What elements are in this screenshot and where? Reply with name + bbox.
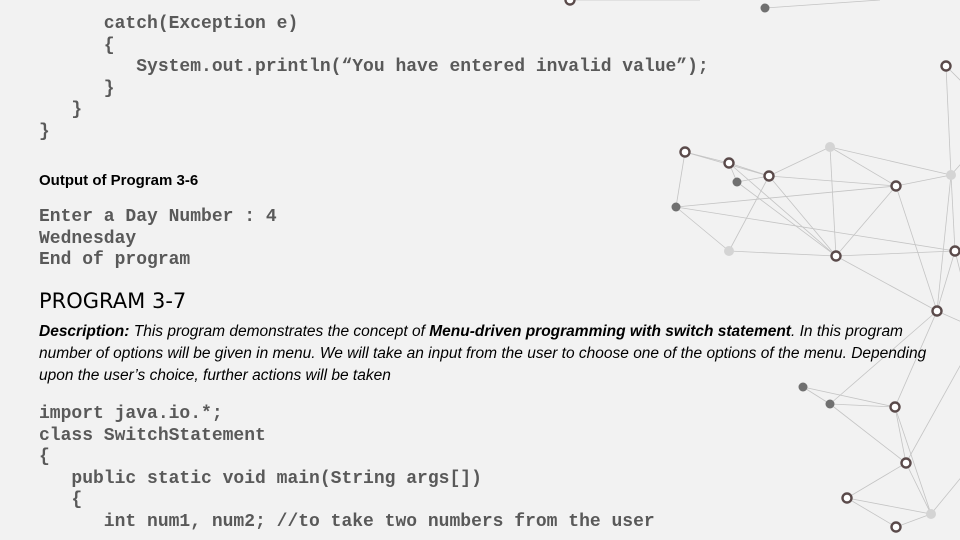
network-node	[890, 180, 902, 192]
network-node	[830, 250, 842, 262]
network-edge	[835, 250, 956, 257]
description-text-1: This program demonstrates the concept of	[129, 323, 430, 340]
network-edge	[728, 175, 770, 252]
network-edge	[954, 250, 960, 273]
network-edge	[768, 175, 897, 187]
network-node	[724, 246, 734, 256]
network-node	[890, 521, 902, 533]
network-node	[825, 142, 835, 152]
network-node	[760, 3, 770, 13]
network-edge	[829, 146, 897, 187]
network-node	[671, 202, 681, 212]
output-line: Wednesday	[39, 228, 137, 249]
network-edge	[829, 403, 896, 408]
network-node	[723, 157, 735, 169]
code-line: {	[39, 35, 115, 56]
code-line: {	[39, 447, 50, 468]
network-edge	[768, 146, 831, 177]
network-node	[946, 170, 956, 180]
network-edge	[945, 65, 952, 176]
code-line: int num1, num2; //to take two numbers fr…	[39, 511, 655, 532]
network-edge	[846, 497, 932, 515]
network-edge	[894, 406, 932, 515]
program-output-block: Enter a Day Number : 4 Wednesday End of pr…	[39, 207, 277, 272]
network-edge	[936, 174, 952, 312]
code-line: }	[39, 121, 50, 142]
network-edge	[895, 174, 952, 187]
code-line: class SwitchStatement	[39, 425, 266, 446]
network-edge	[829, 146, 837, 257]
description-emphasis: Menu-driven programming with switch stat…	[429, 323, 791, 340]
network-node	[679, 146, 691, 158]
network-edge	[728, 250, 837, 257]
network-node	[931, 305, 943, 317]
code-line: {	[39, 490, 83, 511]
network-node	[926, 509, 936, 519]
network-edge	[829, 146, 952, 176]
output-line: End of program	[39, 250, 191, 271]
network-edge	[768, 175, 837, 257]
network-node	[732, 177, 742, 187]
network-edge	[950, 164, 960, 176]
network-edge	[675, 151, 686, 208]
network-edge	[930, 478, 960, 515]
network-edge	[905, 462, 932, 515]
network-node	[940, 60, 952, 72]
network-edge	[950, 174, 956, 252]
network-edge	[846, 462, 907, 499]
network-node	[763, 170, 775, 182]
output-heading: Output of Program 3-6	[39, 172, 199, 189]
network-node	[949, 245, 960, 257]
program-description: Description: This program demonstrates t…	[39, 321, 929, 387]
network-edge	[829, 403, 907, 464]
program-title: PROGRAM 3-7	[39, 289, 187, 313]
code-line: }	[39, 100, 83, 121]
code-line: System.out.println(“You have entered inv…	[39, 57, 709, 78]
output-line: Enter a Day Number : 4	[39, 207, 277, 227]
network-edge	[675, 206, 956, 252]
network-edge	[802, 386, 896, 408]
code-line: public static void main(String args[])	[39, 468, 482, 489]
code-block-switch-statement: import java.io.*; class SwitchStatement{ …	[39, 404, 655, 534]
network-edge	[675, 185, 897, 208]
code-line: import java.io.*;	[39, 404, 223, 424]
network-node	[841, 492, 853, 504]
network-edge	[675, 206, 730, 252]
network-node	[825, 399, 835, 409]
description-label: Description:	[39, 323, 130, 340]
code-line: catch(Exception e)	[39, 14, 299, 34]
network-edge	[835, 185, 897, 257]
code-block-catch: catch(Exception e) { System.out.println(…	[39, 14, 709, 144]
network-node	[889, 401, 901, 413]
network-node	[564, 0, 576, 6]
code-line: }	[39, 78, 115, 99]
network-edge	[764, 0, 881, 9]
network-node	[900, 457, 912, 469]
